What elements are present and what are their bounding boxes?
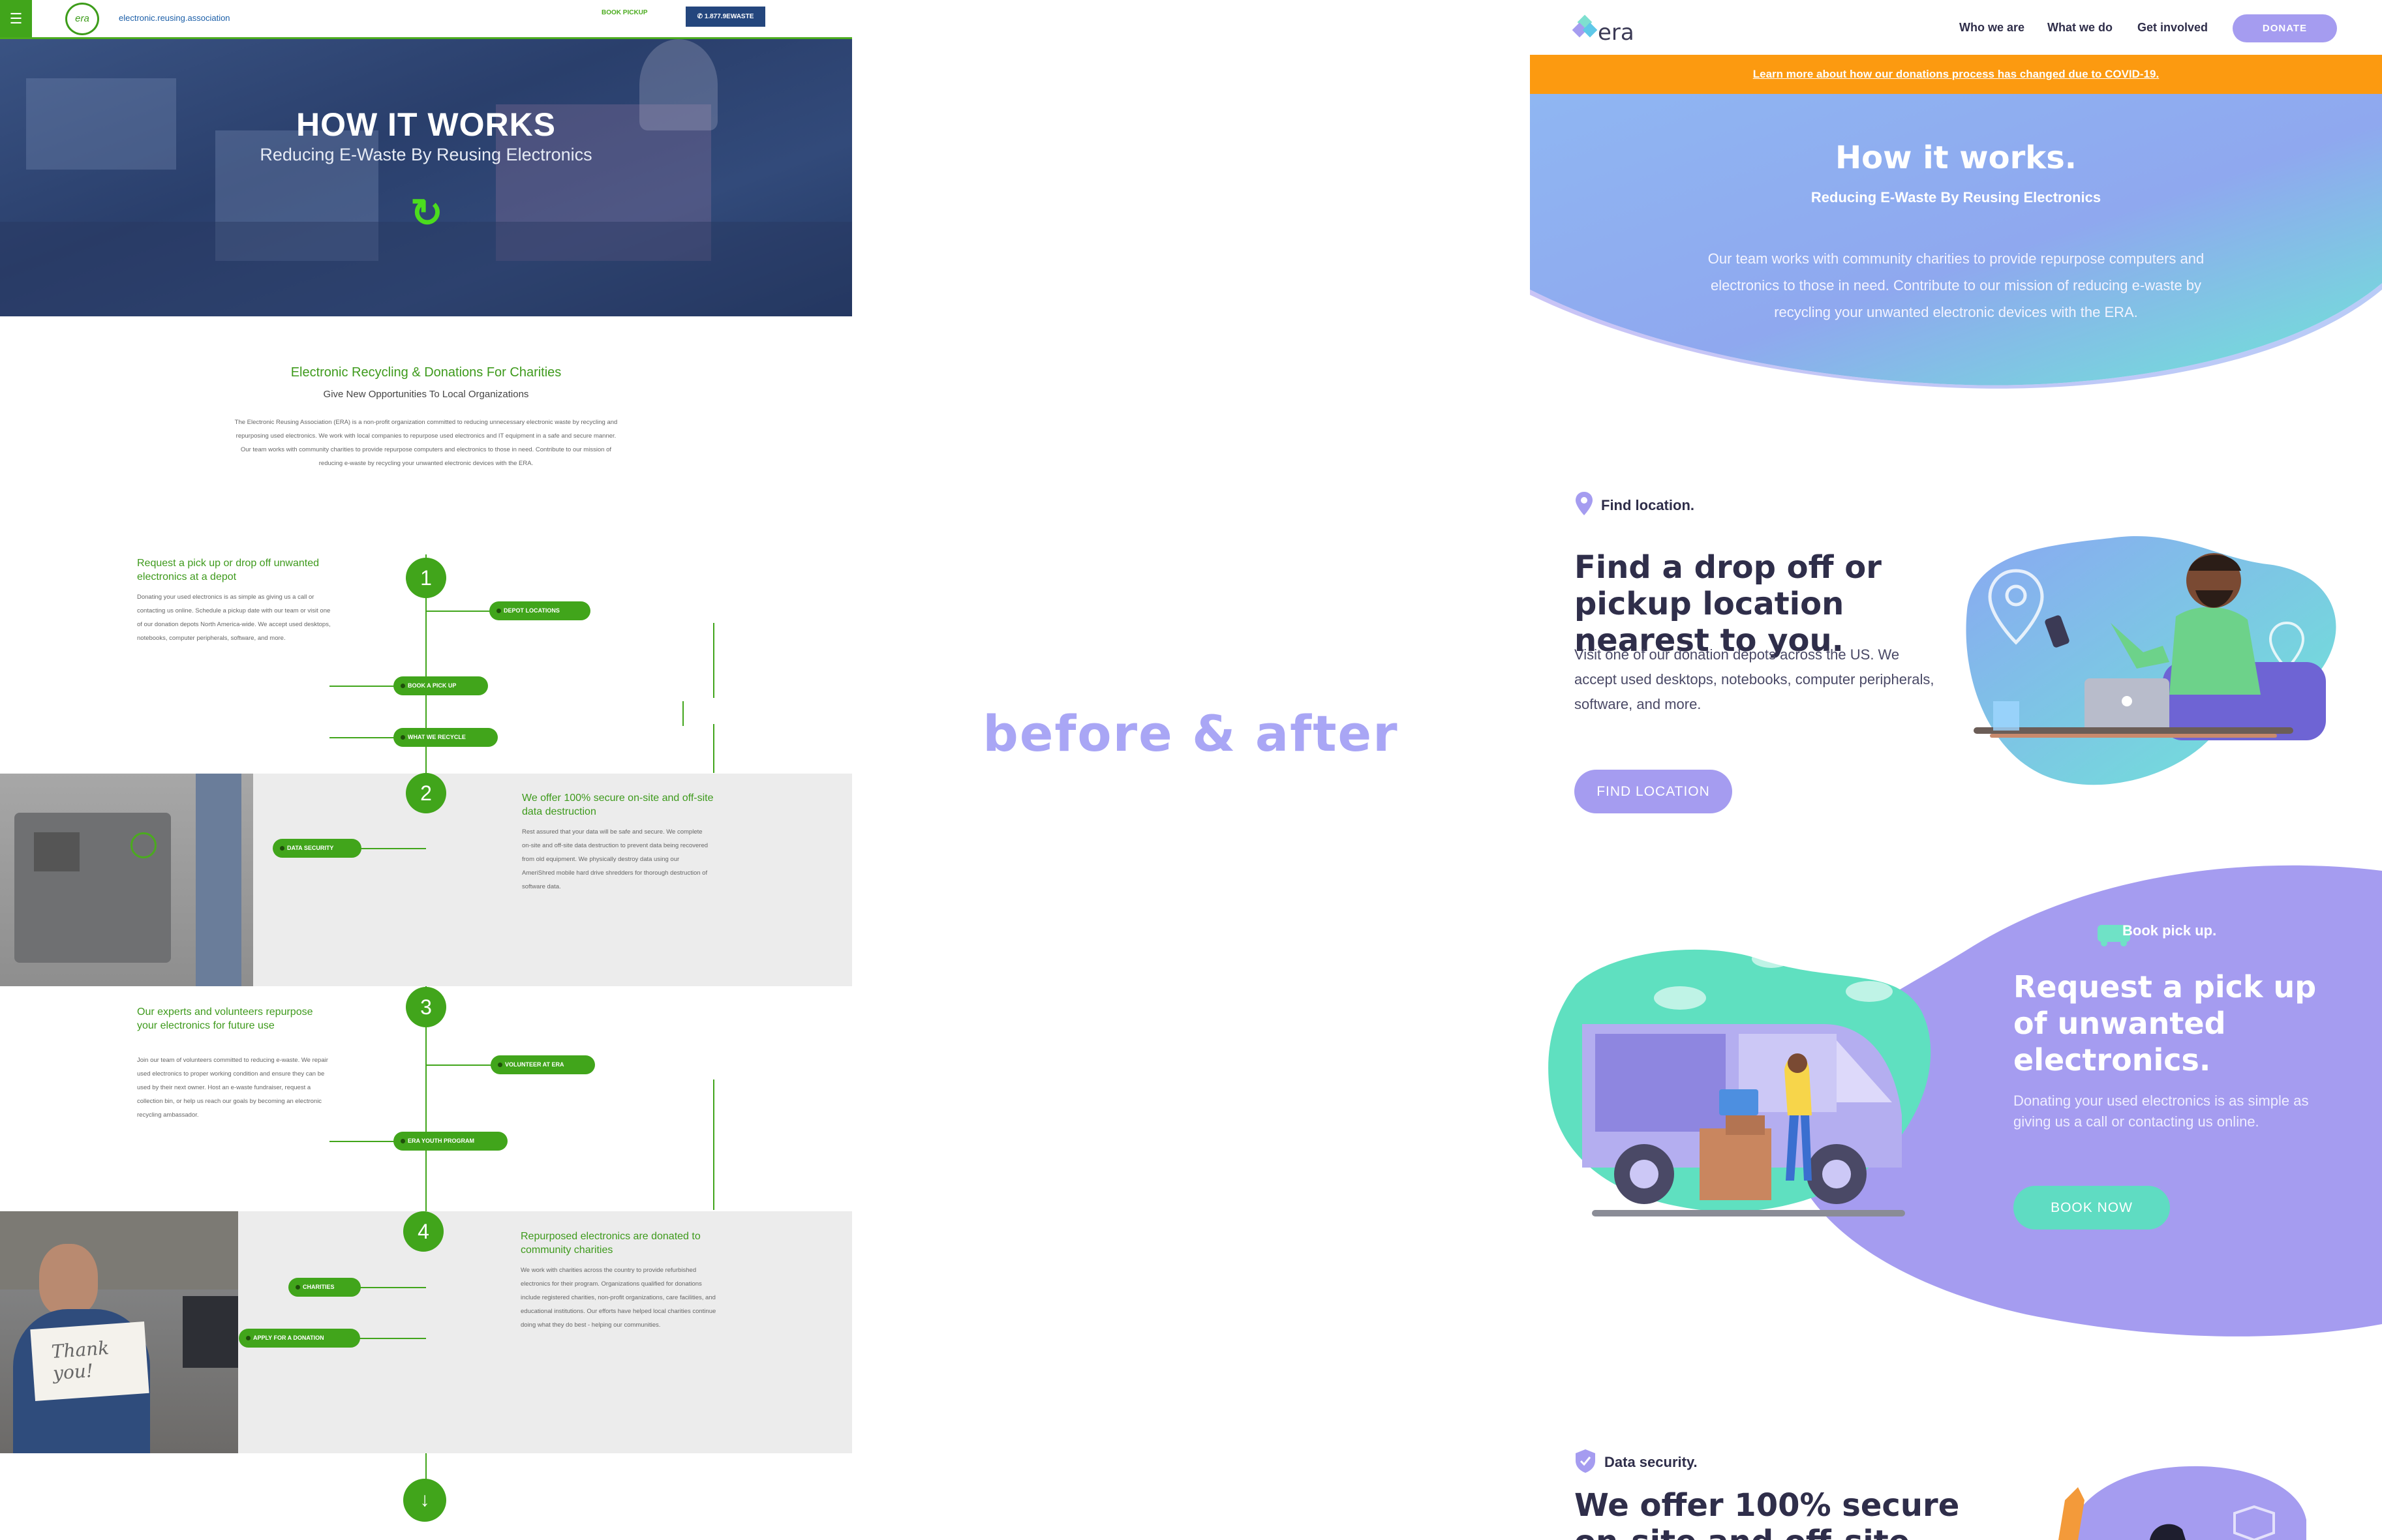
step-3-title: Our experts and volunteers repurpose you… (137, 1006, 313, 1031)
intro-subtitle: Give New Opportunities To Local Organiza… (323, 389, 529, 400)
book-pickup-link[interactable]: BOOK PICKUP (602, 9, 648, 16)
before-hero: HOW IT WORKS Reducing E-Waste By Reusing… (0, 39, 852, 316)
step-4-text: We work with charities across the countr… (521, 1267, 716, 1329)
logo-text[interactable]: electronic.reusing.association (119, 13, 230, 23)
step-4-title: Repurposed electronics are donated to co… (521, 1231, 701, 1256)
book-pickup-kicker: Book pick up. (2122, 922, 2217, 939)
connector-line (329, 737, 395, 738)
after-page: era Who we are What we do Get involved D… (1530, 0, 2382, 1540)
timeline-line (713, 724, 714, 773)
era-logo[interactable]: era (1572, 13, 1653, 46)
step-1-number: 1 (406, 558, 446, 598)
apply-for-a-donation-button[interactable]: APPLY FOR A DONATION (239, 1329, 360, 1348)
data-security-illustration (2058, 1466, 2306, 1540)
donate-button[interactable]: DONATE (2233, 14, 2337, 42)
step-1-title: Request a pick up or drop off unwanted e… (137, 558, 319, 582)
person-face (39, 1244, 98, 1316)
book-now-button[interactable]: BOOK NOW (2013, 1186, 2170, 1230)
before-topbar: ☰ era electronic.reusing.association BOO… (0, 0, 852, 39)
step-2-title: We offer 100% secure on-site and off-sit… (522, 793, 714, 817)
hero-subtitle: Reducing E-Waste By Reusing Electronics (260, 145, 592, 164)
before-after-label: before & after (983, 704, 1399, 762)
phone-button[interactable]: ✆ 1.877.9EWASTE (686, 7, 765, 27)
what-we-recycle-button[interactable]: WHAT WE RECYCLE (393, 728, 498, 747)
data-security-title: We offer 100% secure on-site and off-sit… (1574, 1487, 1960, 1540)
shredder-panel (34, 832, 80, 871)
step-2-text: Rest assured that your data will be safe… (522, 828, 709, 890)
connector-line (329, 686, 395, 687)
logo-text: era (1598, 20, 1634, 46)
nav-who-we-are[interactable]: Who we are (1959, 21, 2024, 35)
thank-you-card: Thank you! (30, 1321, 149, 1401)
hero-photo-shape (0, 222, 852, 316)
thank-you-photo: Thank you! (0, 1211, 238, 1453)
era-youth-program-button[interactable]: ERA YOUTH PROGRAM (393, 1132, 508, 1151)
hero-title: How it works. (1835, 140, 2077, 176)
shield-check-icon (1576, 1449, 1595, 1473)
find-location-kicker: Find location. (1601, 497, 1694, 513)
timeline-line (682, 701, 684, 726)
data-security-kicker: Data security. (1604, 1454, 1698, 1470)
step-3-text: Join our team of volunteers committed to… (137, 1057, 328, 1119)
step-2-number: 2 (406, 773, 446, 813)
intro-title: Electronic Recycling & Donations For Cha… (290, 365, 562, 380)
person-legs (196, 774, 241, 986)
find-location-button[interactable]: FIND LOCATION (1574, 770, 1732, 813)
step-3-number: 3 (406, 987, 446, 1027)
data-security-button[interactable]: DATA SECURITY (273, 839, 361, 858)
shredder-photo (0, 774, 253, 986)
photo-background (0, 1211, 238, 1290)
timeline-line (713, 1080, 714, 1210)
connector-line (426, 1064, 491, 1066)
hero-subtitle: Reducing E-Waste By Reusing Electronics (1810, 189, 2101, 205)
find-location-paragraph: Visit one of our donation depots across … (1574, 646, 1934, 712)
connector-line (426, 611, 491, 612)
step-4-number: 4 (403, 1211, 444, 1252)
connector-line (354, 1287, 426, 1288)
arrow-down-icon[interactable]: ↓ (403, 1479, 446, 1522)
intro-paragraph: The Electronic Reusing Association (ERA)… (234, 419, 618, 467)
timeline-line (713, 623, 714, 698)
connector-line (358, 1338, 426, 1339)
era-logo[interactable]: era (65, 3, 99, 35)
connector-line (329, 1141, 395, 1142)
covid-banner-link[interactable]: Learn more about how our donations proce… (1530, 55, 2382, 94)
book-pickup-paragraph: Donating your used electronics is as sim… (2013, 1093, 2309, 1130)
hero-title: HOW IT WORKS (296, 106, 557, 143)
recycle-arrows-icon: ↻ (410, 191, 444, 235)
step-1-text: Donating your used electronics is as sim… (137, 594, 331, 642)
hamburger-menu-icon[interactable]: ☰ (0, 0, 32, 37)
volunteer-at-era-button[interactable]: VOLUNTEER AT ERA (491, 1055, 595, 1074)
depot-locations-button[interactable]: DEPOT LOCATIONS (489, 601, 590, 620)
phone-number: 1.877.9EWASTE (704, 13, 754, 20)
find-location-illustration (1966, 536, 2336, 785)
book-pickup-title: Request a pick up of unwanted electronic… (2013, 969, 2317, 1078)
map-pin-icon (1576, 492, 1593, 515)
nav-what-we-do[interactable]: What we do (2047, 21, 2113, 35)
before-page: ☰ era electronic.reusing.association BOO… (0, 0, 852, 1540)
hero-paragraph: Our team works with community charities … (1707, 250, 2205, 320)
connector-line (356, 848, 426, 849)
after-hero: How it works. Reducing E-Waste By Reusin… (1530, 94, 2382, 387)
nav-get-involved[interactable]: Get involved (2137, 21, 2208, 35)
after-navbar: era Who we are What we do Get involved D… (1530, 0, 2382, 55)
shredder-logo (130, 832, 157, 858)
book-a-pick-up-button[interactable]: BOOK A PICK UP (393, 676, 488, 695)
charities-button[interactable]: CHARITIES (288, 1278, 361, 1297)
photo-monitor (183, 1296, 238, 1368)
